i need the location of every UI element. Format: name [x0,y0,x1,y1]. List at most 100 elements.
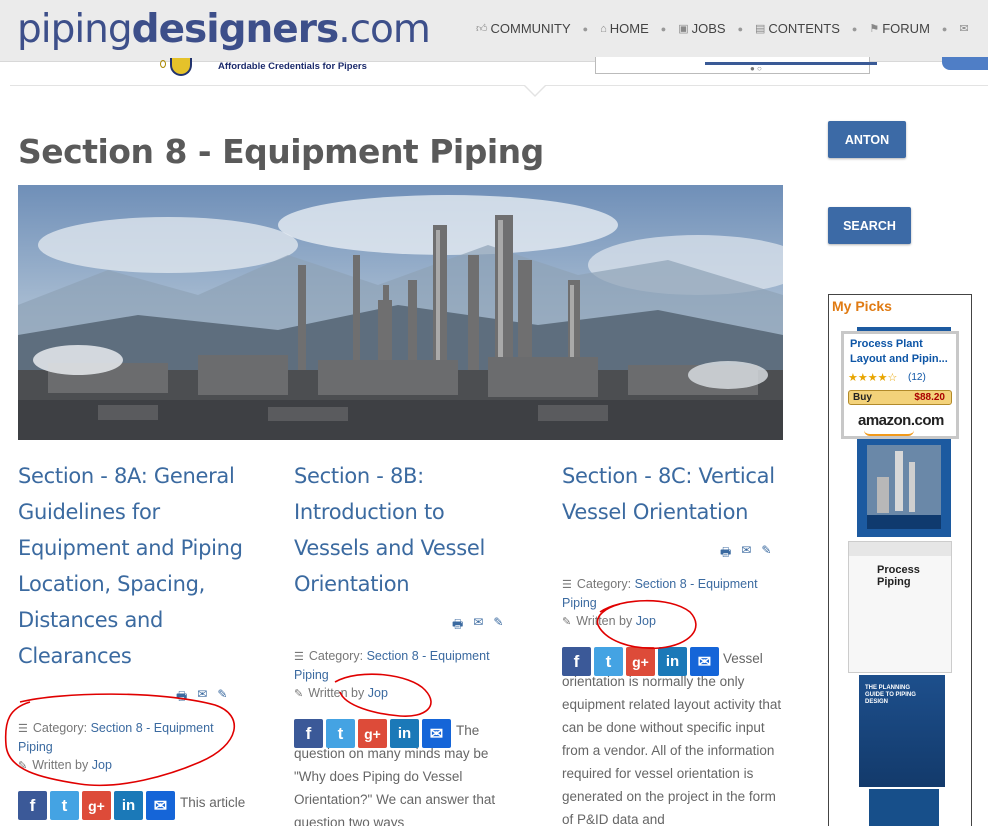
pencil-icon: ✎ [18,760,28,772]
book-cover-extra[interactable] [869,789,939,826]
list-icon: ☰ [294,651,304,663]
amazon-product-card[interactable]: Process Plant Layout and Pipin... ★★★★☆ … [841,331,959,439]
price: $88.20 [914,392,945,403]
edit-icon[interactable]: ✎ [217,687,227,708]
article-title[interactable]: Section - 8C: Vertical Vessel Orientatio… [562,458,787,530]
nav-separator: ● [941,23,948,34]
article-tools: 🖶 ✉ ✎ [176,687,227,708]
review-count[interactable]: (12) [908,372,926,383]
list-icon: ☰ [562,579,572,591]
email-icon[interactable]: ✉ [741,543,751,564]
book-cover-planning-guide[interactable]: THE PLANNING GUIDE TO PIPING DESIGN [859,675,945,787]
article-title[interactable]: Section - 8A: General Guidelines for Equ… [18,458,258,674]
linkedin-icon[interactable]: in [114,791,143,820]
twitter-icon[interactable]: t [50,791,79,820]
nav-contents[interactable]: ▤ CONTENTS [755,21,840,36]
search-input[interactable] [595,57,870,74]
page-title: Section 8 - Equipment Piping [18,132,544,171]
pencil-icon: ✎ [562,616,572,628]
book-title: THE PLANNING GUIDE TO PIPING DESIGN [865,685,916,705]
category-label: Category: [308,649,364,663]
rating-stars-icon: ★★★★☆ [848,372,898,384]
thumbs-up-icon: 👍︎ [476,23,488,35]
category-label: Category: [576,577,632,591]
top-bar: pipingdesigners.com 👍︎ COMMUNITY ● ⌂ HOME … [0,0,988,62]
share-buttons: f t g+ in ✉ [18,791,175,820]
print-icon[interactable]: 🖶 [720,543,731,564]
nav-forum[interactable]: ⚑ FORUM [869,21,930,36]
search-go-button[interactable] [942,57,988,70]
edit-icon[interactable]: ✎ [761,543,771,564]
flag-icon: ⚑ [869,23,880,35]
article-excerpt: Vessel orientation is normally the only … [562,651,782,826]
divider-notch-inner [525,85,545,95]
edit-icon[interactable]: ✎ [493,615,503,636]
my-picks-widget: My Picks Process Plant Layout and Pipin.… [828,294,972,826]
carousel-dots[interactable]: ● ○ [750,64,762,73]
buy-button[interactable]: Buy $88.20 [848,390,952,405]
category-line: ☰ Category: Section 8 - Equipment Piping [562,575,787,612]
author-line: ✎ Written by Jop [294,684,519,703]
email-share-icon[interactable]: ✉ [146,791,175,820]
article-meta: ☰ Category: Section 8 - Equipment Piping … [18,719,243,775]
pencil-icon: ✎ [294,688,304,700]
article-title[interactable]: Section - 8B: Introduction to Vessels an… [294,458,504,602]
nav-forum-label: FORUM [882,21,930,36]
nav-jobs[interactable]: ▣ JOBS [678,21,725,36]
nav-home[interactable]: ⌂ HOME [600,21,649,36]
written-by-label: Written by [32,758,89,772]
home-icon: ⌂ [600,22,607,35]
facebook-icon[interactable]: f [18,791,47,820]
written-by-label: Written by [308,686,365,700]
article-8a: Section - 8A: General Guidelines for Equ… [18,458,258,674]
article-meta: ☰ Category: Section 8 - Equipment Piping … [562,575,787,631]
nav-separator: ● [660,23,667,34]
emblem-small [160,60,166,68]
author-link[interactable]: Jop [92,758,112,772]
google-plus-icon[interactable]: g+ [82,791,111,820]
article-8c: Section - 8C: Vertical Vessel Orientatio… [562,458,787,530]
logo-part-2: designers [131,7,340,52]
category-label: Category: [32,721,88,735]
article-tools: 🖶 ✉ ✎ [720,543,771,564]
nav-jobs-label: JOBS [691,21,726,36]
author-link[interactable]: Jop [636,614,656,628]
nav-separator: ● [582,23,589,34]
email-icon[interactable]: ✉ [197,687,207,708]
author-line: ✎ Written by Jop [562,612,787,631]
author-line: ✎ Written by Jop [18,756,243,775]
nav-home-label: HOME [609,21,649,36]
book-icon: ▤ [755,23,766,35]
tagline[interactable]: Affordable Credentials for Pipers [218,61,367,72]
logo-part-1: piping [17,7,133,52]
search-button[interactable]: SEARCH [828,207,911,244]
site-logo[interactable]: pipingdesigners.com [17,6,431,54]
my-picks-title: My Picks [832,298,892,314]
amazon-smile-icon [864,430,914,436]
article-tools: 🖶 ✉ ✎ [452,615,503,636]
top-nav: 👍︎ COMMUNITY ● ⌂ HOME ● ▣ JOBS ● ▤ CONTENTS … [476,21,969,36]
buy-label: Buy [853,392,872,403]
book-cover-band [849,542,951,556]
credential-badge-icon[interactable] [170,58,192,76]
amazon-product-title[interactable]: Process Plant Layout and Pipin... [850,337,956,367]
book-cover-process-piping[interactable]: Process Piping [848,541,952,673]
print-icon[interactable]: 🖶 [452,615,463,636]
category-line: ☰ Category: Section 8 - Equipment Piping [18,719,243,756]
email-icon[interactable]: ✉ [473,615,483,636]
category-line: ☰ Category: Section 8 - Equipment Piping [294,647,519,684]
amazon-logo: amazon.com [858,412,944,429]
nav-community[interactable]: 👍︎ COMMUNITY [476,21,571,36]
article-8b: Section - 8B: Introduction to Vessels an… [294,458,504,602]
mail-icon[interactable]: ✉ [959,22,968,35]
print-icon[interactable]: 🖶 [176,687,187,708]
briefcase-icon: ▣ [678,23,689,35]
nav-separator: ● [737,23,744,34]
article-excerpt: The question on many minds may be "Why d… [294,723,496,826]
anton-button[interactable]: ANTON [828,121,906,158]
author-link[interactable]: Jop [368,686,388,700]
nav-contents-label: CONTENTS [768,21,840,36]
book-title: Process Piping [877,564,920,588]
logo-part-3: .com [338,7,431,52]
sub-bar: Affordable Credentials for Pipers ● ○ [10,57,988,86]
